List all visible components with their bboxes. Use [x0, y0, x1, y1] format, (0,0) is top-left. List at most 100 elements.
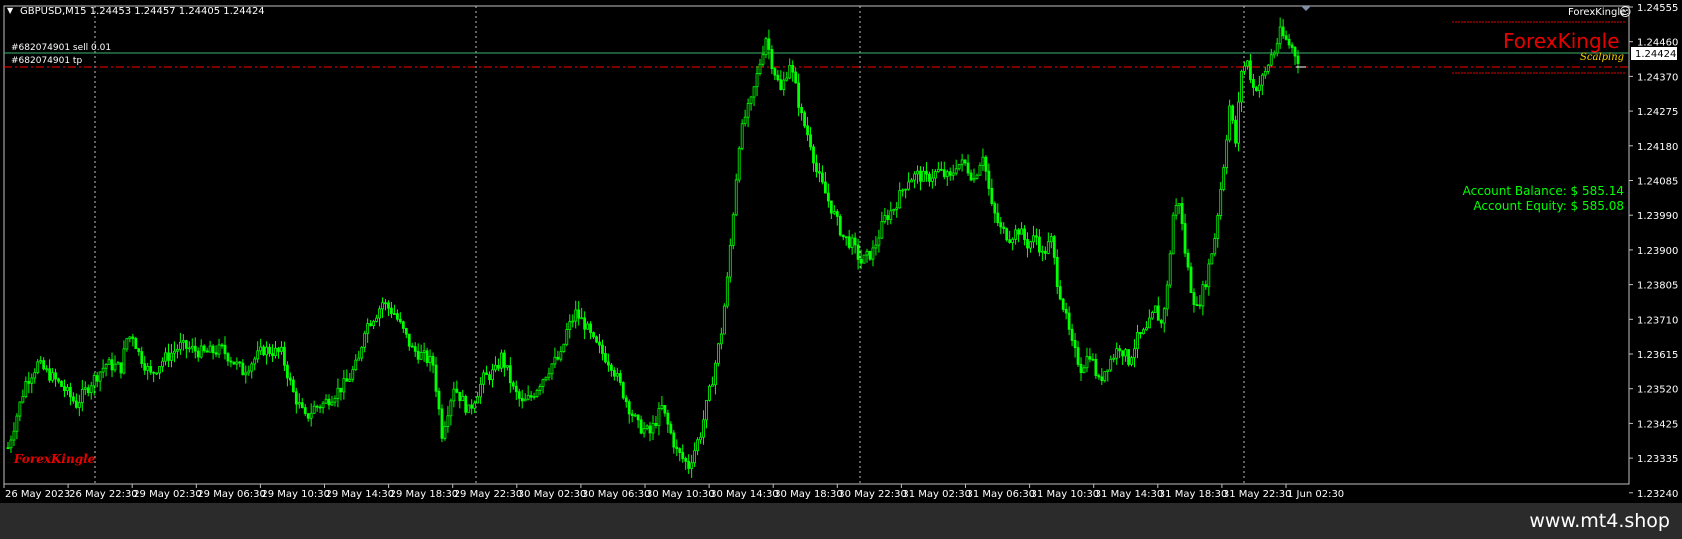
candle-body — [574, 309, 578, 322]
candle-body — [880, 221, 884, 239]
candle-body — [844, 236, 848, 239]
account-equity: Account Equity: $ 585.08 — [1473, 199, 1624, 213]
candle-body — [199, 345, 203, 358]
candle-body — [176, 348, 179, 352]
candle-body — [687, 460, 691, 469]
candle-body — [125, 338, 129, 350]
candle-body — [235, 361, 239, 365]
candle-body — [544, 376, 548, 381]
candle-body — [98, 371, 102, 382]
candle-body — [223, 344, 227, 355]
candle-body — [1100, 376, 1104, 381]
candle-body — [274, 347, 277, 357]
candle-body — [381, 302, 384, 310]
candle-body — [1130, 357, 1133, 365]
candle-body — [1145, 327, 1148, 331]
candle-body — [253, 358, 257, 365]
candle-body — [699, 436, 702, 441]
candle-body — [1150, 312, 1154, 319]
candle-body — [324, 398, 328, 404]
candle-body — [1269, 54, 1273, 66]
candle-body — [1124, 349, 1128, 357]
candle-body — [568, 321, 572, 330]
candle-body — [1186, 252, 1190, 268]
time-tick-label: 29 May 10:30 — [261, 489, 330, 500]
candle-body — [449, 400, 453, 417]
candle-body — [428, 356, 432, 364]
candle-body — [797, 82, 801, 108]
candle-body — [387, 302, 390, 309]
candle-body — [604, 353, 607, 363]
candle-body — [187, 347, 191, 350]
candle-body — [1085, 356, 1089, 369]
price-tick-label: 1.23990 — [1637, 211, 1678, 222]
candle-body — [633, 414, 637, 417]
candle-body — [874, 244, 878, 249]
candle-body — [954, 168, 958, 174]
smiley-icon[interactable]: ☺ — [1619, 5, 1632, 19]
candle-body — [92, 375, 96, 387]
candle-body — [877, 237, 881, 246]
candle-body — [821, 172, 824, 183]
candle-body — [1133, 348, 1136, 359]
candle-body — [910, 179, 913, 183]
candle-body — [835, 211, 839, 217]
shift-marker-icon[interactable] — [1301, 6, 1311, 11]
candle-body — [627, 401, 631, 415]
account-balance: Account Balance: $ 585.14 — [1462, 184, 1624, 198]
candle-body — [612, 369, 616, 377]
candle-body — [21, 396, 25, 403]
candle-body — [342, 378, 346, 393]
candle-body — [886, 215, 890, 220]
candle-body — [761, 54, 765, 65]
candle-body — [461, 396, 465, 402]
time-tick-label: 26 May 2023 — [5, 489, 70, 500]
candle-body — [1198, 304, 1202, 307]
time-tick-label: 1 Jun 02:30 — [1287, 489, 1344, 500]
symbol-info: GBPUSD,M15 1.24453 1.24457 1.24405 1.244… — [20, 6, 265, 17]
candle-body — [143, 363, 147, 371]
price-tick-label: 1.23520 — [1637, 385, 1678, 396]
chart-menu-icon[interactable]: ▼ — [7, 6, 13, 15]
candle-body — [294, 391, 298, 405]
chart-window[interactable]: 1.24555 1.24460 1.24370 1.24275 1.24180 1.240… — [0, 0, 1682, 503]
candle-body — [933, 171, 937, 179]
candle-body — [277, 347, 280, 352]
candle-body — [758, 63, 762, 74]
candle-body — [6, 447, 10, 450]
candle-body — [1290, 44, 1294, 48]
candle-body — [1147, 317, 1151, 329]
candle-body — [913, 173, 916, 181]
candle-body — [119, 362, 123, 374]
candle-body — [422, 350, 426, 353]
candle-body — [184, 340, 188, 349]
candle-body — [1275, 43, 1279, 54]
candle-body — [847, 236, 851, 248]
candle-body — [1240, 70, 1243, 103]
candle-body — [624, 397, 628, 403]
candle-body — [672, 432, 676, 448]
candle-body — [1064, 309, 1068, 314]
candle-body — [696, 439, 699, 452]
order-sell-label[interactable]: #682074901 sell 0.01 — [11, 43, 111, 53]
time-tick-label: 26 May 22:30 — [69, 489, 138, 500]
price-chart[interactable]: 1.245551.244601.243701.242751.241801.240… — [0, 0, 1682, 503]
candle-body — [776, 74, 780, 81]
current-price-label: 1.24424 — [1635, 49, 1676, 60]
candle-body — [45, 368, 49, 371]
candle-body — [725, 276, 729, 307]
candle-body — [829, 200, 833, 214]
candle-body — [1103, 371, 1107, 381]
candle-body — [54, 372, 57, 380]
candle-body — [553, 356, 557, 365]
time-tick-label: 30 May 06:30 — [582, 489, 651, 500]
candle-body — [330, 401, 334, 406]
candle-body — [77, 402, 81, 408]
candle-body — [491, 369, 494, 381]
candle-body — [978, 165, 982, 176]
candle-body — [419, 352, 423, 360]
order-tp-label[interactable]: #682074901 tp — [11, 56, 82, 66]
candle-body — [850, 237, 854, 248]
candle-body — [1070, 328, 1074, 341]
candle-body — [645, 425, 649, 429]
